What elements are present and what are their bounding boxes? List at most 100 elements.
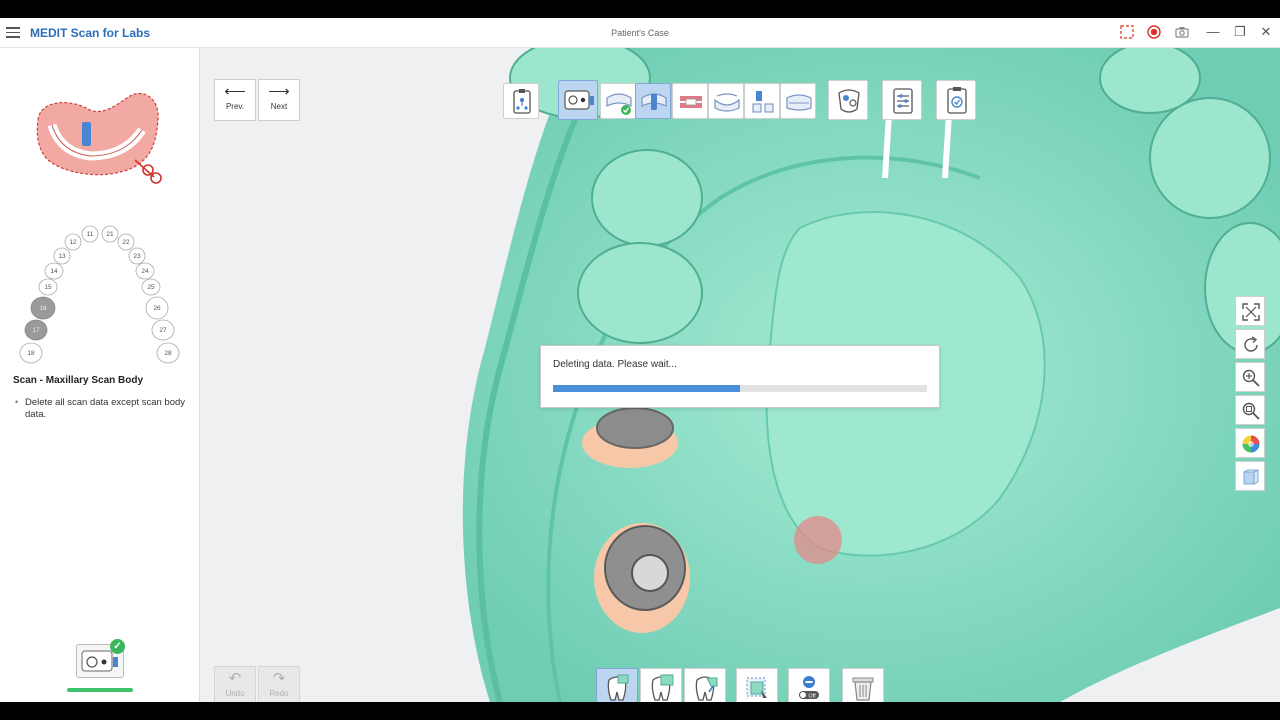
mandible-model-icon (786, 94, 812, 111)
stage-complete-check-icon: ✓ (110, 639, 125, 654)
maxilla-scanbody-icon (641, 93, 667, 110)
progress-dialog: Deleting data. Please wait... (540, 345, 940, 408)
svg-text:21: 21 (106, 231, 114, 238)
svg-text:16: 16 (39, 305, 47, 312)
lasso-select-tool[interactable] (640, 668, 682, 702)
color-map-tool[interactable] (1235, 428, 1265, 458)
mandible-model-stage-tool[interactable] (780, 83, 816, 119)
svg-text:22: 22 (122, 239, 130, 246)
screen-capture-icon[interactable] (1119, 24, 1135, 40)
scan-body-stage-tool[interactable] (558, 80, 598, 120)
tooth-chart: 11 12 13 14 15 16 17 18 21 22 23 24 25 2… (19, 225, 180, 364)
svg-text:27: 27 (159, 327, 167, 334)
tooth-18[interactable]: 18 (19, 342, 43, 364)
tooth-21[interactable]: 21 (101, 225, 119, 243)
svg-text:Off: Off (808, 694, 816, 700)
zoom-icon (1242, 369, 1260, 387)
lock-toggle-tool[interactable]: Off (788, 668, 830, 702)
select-area-tool[interactable] (736, 668, 778, 702)
stage-progress-bar (67, 688, 133, 692)
redo-label: Redo (269, 689, 289, 698)
fit-to-screen-tool[interactable] (1235, 296, 1265, 326)
minimize-icon[interactable]: — (1205, 24, 1221, 40)
zoom-area-tool[interactable] (1235, 395, 1265, 425)
application-window: MEDIT Scan for Labs Patient's Case — ❐ ✕… (0, 18, 1280, 702)
title-bar: MEDIT Scan for Labs Patient's Case — ❐ ✕ (0, 18, 1280, 48)
maxilla-scanbody-stage-tool[interactable] (635, 83, 671, 119)
arrow-left-icon: ⟵ (224, 83, 246, 100)
tooth-27[interactable]: 27 (151, 319, 175, 341)
step-description: Delete all scan data except scan body da… (25, 397, 186, 420)
undo-button[interactable]: ↶ Undo (214, 666, 256, 702)
svg-text:24: 24 (141, 268, 149, 275)
restore-icon[interactable]: ❐ (1232, 24, 1248, 40)
prev-button[interactable]: ⟵ Prev. (214, 79, 256, 121)
tooth-select-icon (607, 674, 629, 701)
tooth-26[interactable]: 26 (145, 296, 169, 320)
tooth-28[interactable]: 28 (156, 342, 180, 364)
select-tooth-tool[interactable] (596, 668, 638, 702)
fit-to-screen-icon (1242, 303, 1260, 321)
tooth-16[interactable]: 16 (30, 296, 56, 320)
smart-tips-tool[interactable] (828, 80, 868, 120)
svg-text:12: 12 (69, 239, 77, 246)
view-cube-tool[interactable] (1235, 461, 1265, 491)
camera-icon[interactable] (1174, 24, 1190, 40)
maxilla-stage-tool[interactable] (600, 83, 636, 119)
review-tool[interactable] (936, 80, 976, 120)
svg-text:26: 26 (153, 305, 161, 312)
view-cube-icon (1243, 469, 1259, 485)
mandible-icon (714, 93, 740, 112)
dialog-message: Deleting data. Please wait... (553, 359, 677, 370)
svg-text:15: 15 (44, 284, 52, 291)
svg-text:18: 18 (27, 350, 35, 357)
tooth-22[interactable]: 22 (117, 233, 135, 251)
settings-tool[interactable] (882, 80, 922, 120)
tooth-23[interactable]: 23 (128, 247, 146, 265)
tooth-13[interactable]: 13 (53, 247, 71, 265)
svg-text:11: 11 (87, 231, 94, 238)
tooth-14[interactable]: 14 (44, 262, 64, 280)
svg-text:14: 14 (50, 268, 58, 275)
3d-viewport[interactable]: ⟵ Prev. ⟶ Next ↶ Undo ↷ Redo Deleting da… (200, 48, 1280, 702)
svg-text:28: 28 (164, 350, 172, 357)
mandible-scanbody-stage-tool[interactable] (744, 83, 780, 119)
progress-fill (553, 385, 740, 392)
occlusion-stage-tool[interactable] (672, 83, 708, 119)
window-title: Patient's Case (611, 28, 669, 38)
step-title: Scan - Maxillary Scan Body (13, 375, 144, 386)
workflow-tool[interactable] (503, 83, 539, 119)
zoom-tool[interactable] (1235, 362, 1265, 392)
maxilla-scissors-illustration (36, 92, 162, 184)
rotate-tool[interactable] (1235, 329, 1265, 359)
undo-label: Undo (225, 689, 245, 698)
mandible-stage-tool[interactable] (708, 83, 744, 119)
maxilla-icon (606, 93, 632, 115)
arrow-right-icon: ⟶ (268, 83, 290, 100)
rotate-icon (1244, 336, 1258, 352)
tooth-11[interactable]: 11 (81, 225, 99, 243)
record-icon[interactable] (1146, 24, 1162, 40)
tooth-12[interactable]: 12 (64, 233, 82, 251)
next-button[interactable]: ⟶ Next (258, 79, 300, 121)
occlusion-icon (680, 96, 702, 108)
review-check-icon (947, 87, 967, 114)
svg-text:17: 17 (32, 327, 40, 334)
trash-icon (852, 677, 874, 701)
color-map-icon (1242, 435, 1260, 453)
brush-icon (695, 676, 718, 701)
svg-text:13: 13 (58, 253, 66, 260)
close-icon[interactable]: ✕ (1258, 24, 1274, 40)
prev-label: Prev. (225, 102, 245, 111)
svg-text:23: 23 (133, 253, 141, 260)
brush-select-tool[interactable] (684, 668, 726, 702)
tooth-25[interactable]: 25 (141, 278, 161, 296)
settings-sliders-icon (893, 88, 913, 114)
tooth-15[interactable]: 15 (38, 278, 58, 296)
delete-tool[interactable] (842, 668, 884, 702)
tooth-24[interactable]: 24 (135, 262, 155, 280)
redo-button[interactable]: ↷ Redo (258, 666, 300, 702)
tooth-17[interactable]: 17 (24, 319, 48, 341)
redo-icon: ↷ (272, 670, 286, 687)
scan-body-icon (564, 90, 594, 110)
